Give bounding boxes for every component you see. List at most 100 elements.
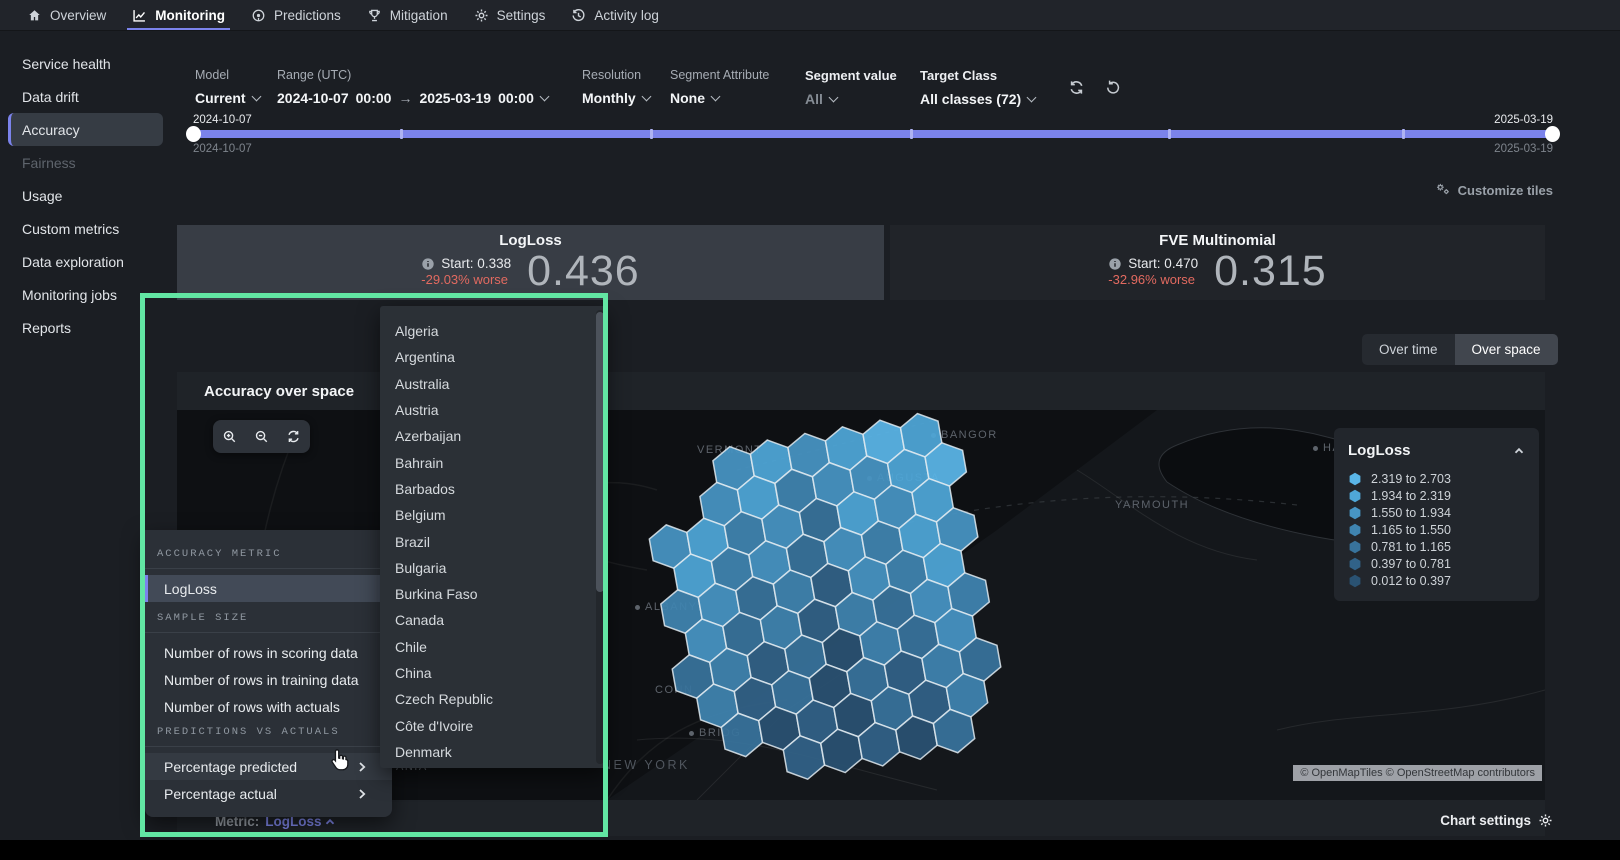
chevron-up-icon[interactable]: [1513, 445, 1525, 457]
model-value: Current: [195, 90, 246, 106]
chevron-down-icon: [828, 92, 838, 102]
timeline-tick: [1168, 129, 1171, 139]
nav-item-settings[interactable]: Settings: [461, 0, 559, 30]
info-icon[interactable]: [1108, 257, 1122, 271]
chart-settings-button[interactable]: Chart settings: [1440, 813, 1553, 828]
chevron-right-icon: [356, 761, 368, 773]
menu-item-percentage-actual[interactable]: Percentage actual: [145, 780, 392, 807]
sidebar-item-monitoring-jobs[interactable]: Monitoring jobs: [8, 278, 163, 311]
range-start-time: 00:00: [356, 90, 392, 106]
sidebar-item-data-exploration[interactable]: Data exploration: [8, 245, 163, 278]
menu-item-label: Number of rows in scoring data: [164, 645, 358, 661]
nav-item-monitoring[interactable]: Monitoring: [119, 0, 238, 30]
monitoring-dashboard: OverviewMonitoring Predictions Mitigation S…: [0, 0, 1620, 860]
target-class-select[interactable]: All classes (72): [920, 91, 1035, 107]
timeline-tick: [400, 129, 403, 139]
hexagon-swatch-icon: [1348, 506, 1362, 520]
country-option-azerbaijan[interactable]: Azerbaijan: [380, 423, 606, 449]
country-option-chile[interactable]: Chile: [380, 634, 606, 660]
timeline-handle-end[interactable]: [1545, 126, 1560, 142]
range-start-date: 2024-10-07: [277, 90, 349, 106]
resolution-select[interactable]: Monthly: [582, 90, 650, 106]
menu-item-number-of-rows-in-training-data[interactable]: Number of rows in training data: [145, 666, 392, 693]
customize-tiles-button[interactable]: Customize tiles: [1435, 182, 1553, 199]
sidebar-item-reports[interactable]: Reports: [8, 311, 163, 344]
reset-icon[interactable]: [1105, 79, 1121, 100]
country-option-algeria[interactable]: Algeria: [380, 318, 606, 344]
segment-value-select[interactable]: All: [805, 91, 897, 107]
timeline-tick: [1402, 129, 1405, 139]
sidebar-item-usage[interactable]: Usage: [8, 179, 163, 212]
sidebar-item-service-health[interactable]: Service health: [8, 47, 163, 80]
country-option-bulgaria[interactable]: Bulgaria: [380, 555, 606, 581]
tile-logloss[interactable]: LogLoss Start: 0.338 -29.03% worse 0.436: [177, 225, 884, 300]
scrollbar-thumb[interactable]: [596, 312, 604, 592]
zoom-in-icon[interactable]: [217, 425, 241, 449]
country-option-burkina-faso[interactable]: Burkina Faso: [380, 581, 606, 607]
timeline-handle-start[interactable]: [186, 126, 201, 142]
nav-item-label: Predictions: [274, 8, 341, 23]
nav-item-label: Activity log: [594, 8, 659, 23]
sidebar-item-accuracy[interactable]: Accuracy: [8, 113, 163, 146]
timeline-slider[interactable]: [193, 130, 1553, 138]
country-option-brazil[interactable]: Brazil: [380, 528, 606, 554]
view-toggle-over-time[interactable]: Over time: [1362, 334, 1455, 365]
country-option-austria[interactable]: Austria: [380, 397, 606, 423]
legend-range-label: 1.934 to 2.319: [1371, 489, 1451, 503]
legend-title: LogLoss: [1348, 442, 1411, 459]
legend-item: 1.165 to 1.550: [1348, 523, 1525, 536]
segment-attribute-select[interactable]: None: [670, 90, 769, 106]
country-option-czech-republic[interactable]: Czech Republic: [380, 686, 606, 712]
tile-fve-multinomial[interactable]: FVE Multinomial Start: 0.470 -32.96% wor…: [890, 225, 1545, 300]
nav-item-mitigation[interactable]: Mitigation: [354, 0, 461, 30]
hexagon-swatch-icon: [1348, 523, 1362, 537]
menu-item-number-of-rows-in-scoring-data[interactable]: Number of rows in scoring data: [145, 639, 392, 666]
country-option-c-te-d-ivoire[interactable]: Côte d'Ivoire: [380, 712, 606, 738]
country-option-australia[interactable]: Australia: [380, 371, 606, 397]
menu-item-logloss[interactable]: LogLoss: [145, 575, 392, 602]
timeline-tick: [650, 129, 653, 139]
range-end-date: 2025-03-19: [419, 90, 491, 106]
menu-item-percentage-predicted[interactable]: Percentage predicted: [145, 753, 392, 780]
info-icon[interactable]: [421, 257, 435, 271]
nav-item-activity-log[interactable]: Activity log: [558, 0, 672, 30]
legend-item: 1.934 to 2.319: [1348, 489, 1525, 502]
top-navbar: OverviewMonitoring Predictions Mitigation S…: [0, 0, 1620, 31]
menu-item-number-of-rows-with-actuals[interactable]: Number of rows with actuals: [145, 693, 392, 720]
legend-item: 0.781 to 1.165: [1348, 540, 1525, 553]
country-option-barbados[interactable]: Barbados: [380, 476, 606, 502]
refresh-icon[interactable]: [1068, 79, 1085, 101]
nav-item-overview[interactable]: Overview: [14, 0, 119, 30]
chevron-right-icon: [356, 788, 368, 800]
sidebar-item-custom-metrics[interactable]: Custom metrics: [8, 212, 163, 245]
divider: [145, 568, 392, 569]
nav-item-predictions[interactable]: Predictions: [238, 0, 354, 30]
country-option-bahrain[interactable]: Bahrain: [380, 449, 606, 475]
hexagon-swatch-icon: [1348, 540, 1362, 554]
country-option-canada[interactable]: Canada: [380, 607, 606, 633]
country-option-belgium[interactable]: Belgium: [380, 502, 606, 528]
legend-range-label: 0.397 to 0.781: [1371, 557, 1451, 571]
hexagon-swatch-icon: [1348, 574, 1362, 588]
country-option-denmark[interactable]: Denmark: [380, 739, 606, 765]
target-class-control: Target Class All classes (72): [920, 68, 1035, 107]
country-option-argentina[interactable]: Argentina: [380, 344, 606, 370]
zoom-out-icon[interactable]: [249, 425, 273, 449]
country-option-china[interactable]: China: [380, 660, 606, 686]
chevron-down-icon: [1027, 92, 1037, 102]
range-label: Range (UTC): [277, 68, 548, 82]
sidebar-item-fairness[interactable]: Fairness: [8, 146, 163, 179]
target-class-value: All classes (72): [920, 91, 1021, 107]
range-select[interactable]: 2024-10-07 00:00 → 2025-03-19 00:00: [277, 90, 548, 106]
segment-attribute-label: Segment Attribute: [670, 68, 769, 82]
map-attribution[interactable]: © OpenMapTiles © OpenStreetMap contribut…: [1293, 765, 1542, 781]
sidebar-item-data-drift[interactable]: Data drift: [8, 80, 163, 113]
view-toggle-over-space[interactable]: Over space: [1455, 334, 1558, 365]
chevron-down-icon: [251, 91, 261, 101]
reset-zoom-icon[interactable]: [282, 425, 306, 449]
model-select[interactable]: Current: [195, 90, 260, 106]
timeline-tick: [910, 129, 913, 139]
divider: [145, 632, 392, 633]
menu-item-label: LogLoss: [164, 581, 217, 597]
nav-item-label: Mitigation: [390, 8, 448, 23]
